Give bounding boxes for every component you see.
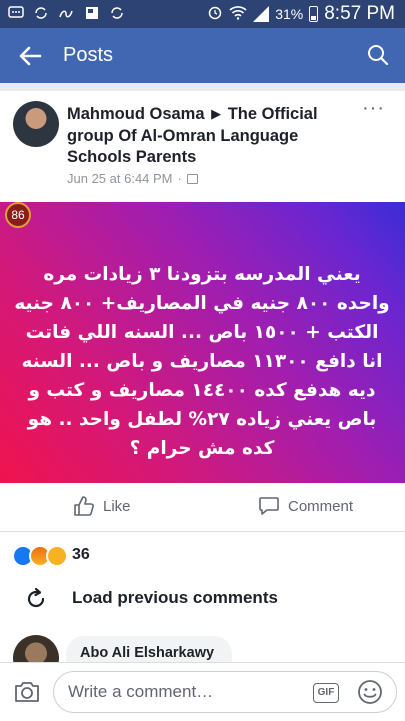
smiley-icon <box>358 680 382 704</box>
back-button[interactable] <box>14 40 46 72</box>
post-text: يعني المدرسه بتزودنا ٣ زيادات مره واحده … <box>14 264 390 459</box>
notification-count-badge[interactable]: 86 <box>5 202 31 228</box>
more-options-button[interactable]: ··· <box>362 97 385 120</box>
wifi-icon <box>229 4 247 24</box>
gif-button[interactable]: GIF <box>313 683 339 703</box>
thumbs-up-icon <box>74 496 94 516</box>
emoji-button[interactable] <box>357 679 383 705</box>
shared-to-arrow-icon: ▶ <box>211 106 222 121</box>
comment-bubble-icon <box>259 497 279 515</box>
battery-icon <box>309 6 319 22</box>
message-icon <box>8 6 24 24</box>
signal-icon <box>253 6 270 22</box>
post-timestamp[interactable]: Jun 25 at 6:44 PM <box>67 171 173 186</box>
search-icon <box>368 45 389 66</box>
battery-percent: 31% <box>275 6 304 22</box>
author-name[interactable]: Mahmoud Osama <box>67 105 205 123</box>
like-button[interactable]: Like <box>73 495 131 517</box>
post-header: Mahmoud Osama ▶ The Official group Of Al… <box>67 103 342 169</box>
status-notifications <box>8 5 124 25</box>
status-system: 31% 8:57 PM <box>207 2 395 26</box>
like-label: Like <box>103 497 131 515</box>
alarm-icon <box>207 4 223 24</box>
post-card: Mahmoud Osama ▶ The Official group Of Al… <box>0 91 405 532</box>
search-button[interactable] <box>365 42 391 68</box>
author-avatar[interactable] <box>13 101 59 147</box>
commenter-name[interactable]: Abo Ali Elsharkawy <box>80 645 214 661</box>
load-previous-comments-button[interactable]: Load previous comments <box>24 586 278 610</box>
camera-icon <box>15 682 39 702</box>
link-icon <box>58 6 74 24</box>
app-bar: Posts <box>0 28 405 83</box>
post-meta: Jun 25 at 6:44 PM · <box>67 171 198 186</box>
post-actions: Like Comment <box>0 483 405 532</box>
comment-input[interactable] <box>53 671 397 713</box>
comment-button[interactable]: Comment <box>258 495 353 517</box>
back-arrow-icon <box>19 46 42 66</box>
sad-reaction-icon <box>46 545 68 567</box>
news-icon <box>84 5 100 25</box>
clock: 8:57 PM <box>324 3 395 24</box>
reaction-count: 36 <box>72 546 90 563</box>
comment-composer: GIF <box>0 662 405 721</box>
sync-icon-2 <box>110 6 124 24</box>
reaction-icons <box>12 545 68 567</box>
comment-label: Comment <box>288 497 354 515</box>
load-previous-label: Load previous comments <box>72 588 278 607</box>
sync-icon <box>34 6 48 24</box>
reactions-summary[interactable]: 36 <box>0 532 405 578</box>
camera-button[interactable] <box>12 677 42 707</box>
group-privacy-icon <box>186 173 198 184</box>
refresh-icon <box>27 587 45 608</box>
page-title: Posts <box>63 44 114 66</box>
post-text-banner: يعني المدرسه بتزودنا ٣ زيادات مره واحده … <box>0 202 405 483</box>
status-bar: 31% 8:57 PM <box>0 0 405 28</box>
